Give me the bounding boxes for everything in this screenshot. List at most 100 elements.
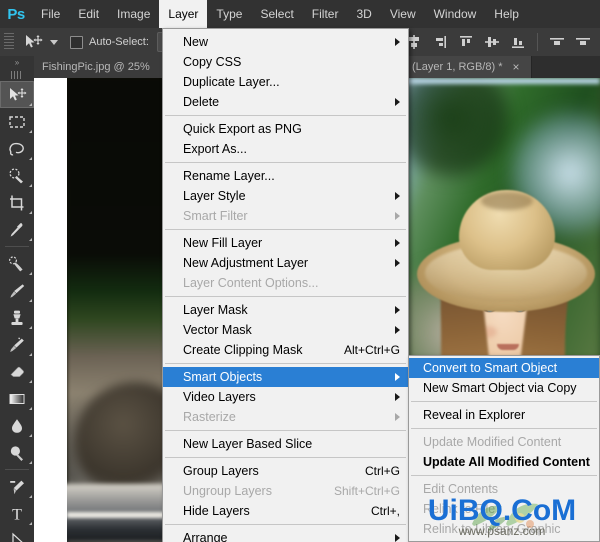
tool-preset-chevron-icon[interactable]	[50, 40, 58, 45]
close-icon[interactable]: ×	[512, 61, 519, 73]
menu-item-label: Vector Mask	[183, 323, 252, 337]
menu-item-shortcut: Ctrl+,	[353, 504, 400, 518]
tool-clone-stamp[interactable]	[0, 304, 34, 331]
distribute-top-icon[interactable]	[547, 32, 567, 52]
menu-item-create-clipping-mask[interactable]: Create Clipping Mask Alt+Ctrl+G	[163, 340, 408, 360]
tool-eraser[interactable]	[0, 358, 34, 385]
menu-item-export-as[interactable]: Export As...	[163, 139, 408, 159]
tool-pen[interactable]	[0, 473, 34, 500]
tool-brush[interactable]	[0, 277, 34, 304]
menu-item-layer-style[interactable]: Layer Style	[163, 186, 408, 206]
submenu-arrow-icon	[395, 413, 400, 421]
menu-item-arrange[interactable]: Arrange	[163, 528, 408, 542]
move-tool-icon[interactable]	[18, 31, 48, 53]
menu-view[interactable]: View	[381, 0, 425, 28]
tool-flyout-indicator-icon[interactable]	[29, 211, 32, 214]
submenu-item-new-smart-object-via-copy[interactable]: New Smart Object via Copy	[409, 378, 599, 398]
menu-item-new[interactable]: New	[163, 32, 408, 52]
menu-select[interactable]: Select	[251, 0, 302, 28]
options-bar-separator	[537, 33, 538, 51]
menu-item-video-layers[interactable]: Video Layers	[163, 387, 408, 407]
menu-item-new-layer-based-slice[interactable]: New Layer Based Slice	[163, 434, 408, 454]
tool-flyout-indicator-icon[interactable]	[29, 522, 32, 525]
layer-menu-dropdown[interactable]: New Copy CSS Duplicate Layer... Delete Q…	[162, 28, 409, 542]
submenu-separator	[411, 401, 597, 402]
tool-flyout-indicator-icon[interactable]	[29, 103, 32, 106]
submenu-item-reveal-in-explorer[interactable]: Reveal in Explorer	[409, 405, 599, 425]
smart-objects-submenu[interactable]: Convert to Smart Object New Smart Object…	[408, 355, 600, 542]
tool-flyout-indicator-icon[interactable]	[29, 461, 32, 464]
menu-item-delete[interactable]: Delete	[163, 92, 408, 112]
menu-file[interactable]: File	[32, 0, 69, 28]
tools-panel-grip[interactable]	[11, 71, 23, 79]
tool-flyout-indicator-icon[interactable]	[29, 326, 32, 329]
submenu-arrow-icon	[395, 38, 400, 46]
tool-flyout-indicator-icon[interactable]	[29, 407, 32, 410]
tool-flyout-indicator-icon[interactable]	[29, 157, 32, 160]
submenu-item-relink-to-library-graphic: Relink to Library Graphic	[409, 519, 599, 539]
menu-item-duplicate-layer[interactable]: Duplicate Layer...	[163, 72, 408, 92]
align-top-edges-icon[interactable]	[456, 32, 476, 52]
menu-edit[interactable]: Edit	[69, 0, 108, 28]
menu-item-hide-layers[interactable]: Hide Layers Ctrl+,	[163, 501, 408, 521]
tool-lasso[interactable]	[0, 135, 34, 162]
submenu-arrow-icon	[395, 98, 400, 106]
tool-horizontal-type[interactable]: T	[0, 500, 34, 527]
menu-separator	[165, 524, 406, 525]
menu-item-new-fill-layer[interactable]: New Fill Layer	[163, 233, 408, 253]
menu-item-vector-mask[interactable]: Vector Mask	[163, 320, 408, 340]
menu-item-shortcut: Alt+Ctrl+G	[326, 343, 400, 357]
tool-crop[interactable]	[0, 189, 34, 216]
align-right-edges-icon[interactable]	[430, 32, 450, 52]
auto-select-checkbox[interactable]	[70, 36, 83, 49]
tool-flyout-indicator-icon[interactable]	[29, 272, 32, 275]
menu-item-shortcut: Shift+Ctrl+G	[316, 484, 400, 498]
tool-flyout-indicator-icon[interactable]	[29, 184, 32, 187]
menu-item-group-layers[interactable]: Group Layers Ctrl+G	[163, 461, 408, 481]
menu-item-rename-layer[interactable]: Rename Layer...	[163, 166, 408, 186]
tool-history-brush[interactable]	[0, 331, 34, 358]
submenu-item-relink-to-file: Relink to File	[409, 499, 599, 519]
document-tab-fishingpic[interactable]: FishingPic.jpg @ 25%	[34, 56, 180, 78]
tool-flyout-indicator-icon[interactable]	[29, 380, 32, 383]
menu-item-label: Video Layers	[183, 390, 256, 404]
tool-flyout-indicator-icon[interactable]	[29, 434, 32, 437]
menu-item-layer-mask[interactable]: Layer Mask	[163, 300, 408, 320]
menu-item-smart-objects[interactable]: Smart Objects	[163, 367, 408, 387]
tool-rectangular-marquee[interactable]	[0, 108, 34, 135]
tool-flyout-indicator-icon[interactable]	[29, 353, 32, 356]
tool-dodge[interactable]	[0, 439, 34, 466]
tool-eyedropper[interactable]	[0, 216, 34, 243]
submenu-item-convert-to-smart-object[interactable]: Convert to Smart Object	[409, 358, 599, 378]
menu-window[interactable]: Window	[425, 0, 486, 28]
menu-help[interactable]: Help	[485, 0, 528, 28]
menu-item-label: New Adjustment Layer	[183, 256, 308, 270]
menu-type[interactable]: Type	[207, 0, 251, 28]
tool-gradient[interactable]	[0, 385, 34, 412]
tool-spot-healing-brush[interactable]	[0, 250, 34, 277]
tool-move[interactable]	[0, 81, 34, 108]
tool-path-selection[interactable]	[0, 527, 34, 542]
distribute-vertical-centers-icon[interactable]	[573, 32, 593, 52]
menu-filter[interactable]: Filter	[303, 0, 348, 28]
tool-flyout-indicator-icon[interactable]	[29, 130, 32, 133]
menu-item-label: New Fill Layer	[183, 236, 262, 250]
align-bottom-edges-icon[interactable]	[508, 32, 528, 52]
tool-quick-selection[interactable]	[0, 162, 34, 189]
menu-item-new-adjustment-layer[interactable]: New Adjustment Layer	[163, 253, 408, 273]
menu-item-copy-css[interactable]: Copy CSS	[163, 52, 408, 72]
tool-blur[interactable]	[0, 412, 34, 439]
tools-panel-collapse-icon[interactable]: »	[0, 56, 34, 68]
tool-flyout-indicator-icon[interactable]	[29, 495, 32, 498]
document-tab-layer1[interactable]: (Layer 1, RGB/8) * ×	[404, 56, 532, 78]
menu-layer[interactable]: Layer	[159, 0, 207, 28]
submenu-item-update-all-modified-content[interactable]: Update All Modified Content	[409, 452, 599, 472]
menu-item-label: Rasterize	[183, 410, 236, 424]
menu-3d[interactable]: 3D	[347, 0, 380, 28]
menu-image[interactable]: Image	[108, 0, 159, 28]
align-vertical-centers-icon[interactable]	[482, 32, 502, 52]
tool-flyout-indicator-icon[interactable]	[29, 299, 32, 302]
options-bar-grip[interactable]	[4, 33, 14, 51]
tool-flyout-indicator-icon[interactable]	[29, 238, 32, 241]
menu-item-quick-export-as-png[interactable]: Quick Export as PNG	[163, 119, 408, 139]
